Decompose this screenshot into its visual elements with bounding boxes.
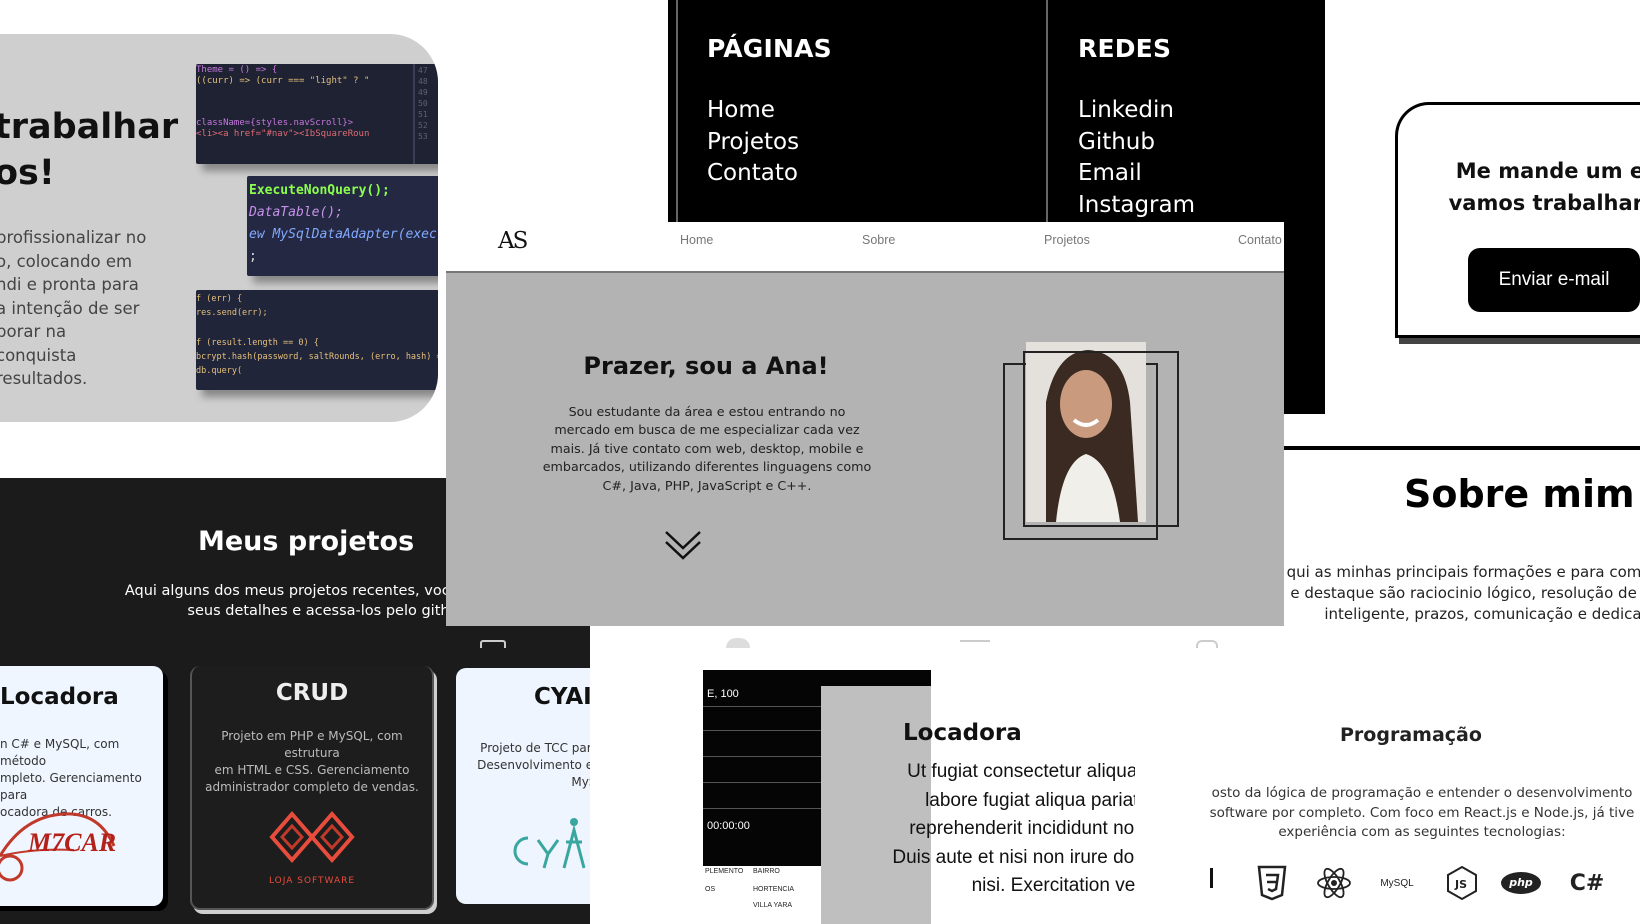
work-desc-line: resultados. bbox=[0, 369, 88, 388]
css3-icon bbox=[1252, 862, 1292, 904]
about-text: qui as minhas principais formações e par… bbox=[1283, 562, 1640, 625]
project-desc: Projeto em PHP e MySQL, com estrutura em… bbox=[205, 729, 419, 794]
work-desc-line: ndi e pronta para bbox=[0, 275, 139, 294]
code-line: f (result.length == 0) { bbox=[196, 338, 319, 348]
react-icon bbox=[1312, 862, 1356, 904]
footer-divider bbox=[676, 0, 678, 222]
work-desc-line: borar na conquista bbox=[0, 322, 77, 365]
work-desc-line: a intenção de ser bbox=[0, 298, 140, 318]
project-card-crud[interactable]: CRUD Projeto em PHP e MySQL, com estrutu… bbox=[190, 666, 434, 910]
footer-link-linkedin[interactable]: Linkedin bbox=[1078, 95, 1195, 127]
photo-frame-front bbox=[1023, 351, 1179, 527]
screen-value: 00:00:00 bbox=[707, 820, 750, 832]
social-list: Linkedin Github Email Instagram bbox=[1078, 95, 1195, 221]
screen-value: E, 100 bbox=[707, 688, 739, 700]
project-card-cyai[interactable]: CYAI Projeto de TCC para in Desenvolvime… bbox=[456, 668, 590, 904]
nodejs-icon: JS bbox=[1442, 862, 1482, 904]
laptop-icon bbox=[960, 640, 990, 646]
code-screenshot-theme: Theme = () => { ((curr) => (curr === "li… bbox=[196, 64, 438, 164]
locadora-table: PLEMENTO BAIRRO OS HORTENCIA VILLA YARA bbox=[703, 866, 821, 924]
code-line: res.send(err); bbox=[196, 308, 268, 318]
code-line: <li><a href="#nav"><IbSquareRoun bbox=[196, 129, 370, 139]
project-desc: Projeto de TCC para in Desenvolvimento e… bbox=[477, 741, 590, 789]
code-line: ; bbox=[249, 249, 257, 264]
work-title-line2: os! bbox=[0, 153, 55, 193]
svg-text:JS: JS bbox=[1454, 878, 1467, 891]
nav-link-projetos[interactable]: Projetos bbox=[1044, 233, 1090, 247]
footer-divider bbox=[1046, 0, 1048, 222]
nav-link-sobre[interactable]: Sobre bbox=[862, 233, 895, 247]
project-card-locadora[interactable]: Locadora n C# e MySQL, com método mpleto… bbox=[0, 666, 163, 906]
monitor-icon bbox=[480, 640, 506, 648]
about-title: Sobre mim bbox=[1404, 472, 1635, 516]
hero-panel: AS Home Sobre Projetos Contato Prazer, s… bbox=[446, 222, 1284, 626]
chevron-down-icon[interactable] bbox=[664, 528, 702, 562]
email-card: Me mande um ema vamos trabalhar jun Envi… bbox=[1395, 102, 1640, 338]
code-line: Theme = () => { bbox=[196, 65, 278, 75]
about-line: e destaque são raciocinio lógico, resolu… bbox=[1290, 584, 1640, 602]
user-icon bbox=[726, 638, 750, 648]
loja-software-logo-icon bbox=[269, 810, 355, 864]
cyai-logo-icon bbox=[513, 818, 586, 869]
work-title-line1: trabalhar bbox=[0, 107, 179, 147]
code-line: ew MySqlDataAdapter(exec bbox=[249, 227, 437, 242]
code-line: bcrypt.hash(password, saltRounds, (erro,… bbox=[196, 352, 438, 362]
email-card-line1: Me mande um ema bbox=[1455, 159, 1640, 183]
php-icon: php bbox=[1496, 862, 1546, 904]
code-line: ((curr) => (curr === "light" ? " bbox=[196, 76, 370, 86]
loja-software-logo-text: LOJA SOFTWARE bbox=[268, 876, 356, 886]
nav-link-home[interactable]: Home bbox=[680, 233, 713, 247]
code-line: className={styles.navScroll}> bbox=[196, 118, 354, 128]
send-email-button[interactable]: Enviar e-mail bbox=[1468, 248, 1640, 312]
code-line-numbers: 47 48 49 50 51 52 53 bbox=[418, 66, 428, 141]
footer-link-email[interactable]: Email bbox=[1078, 158, 1195, 190]
pages-heading: PÁGINAS bbox=[707, 34, 832, 63]
code-screenshot-csharp: ExecuteNonQuery(); DataTable(); ew MySql… bbox=[247, 176, 438, 276]
footer-link-projetos[interactable]: Projetos bbox=[707, 127, 799, 159]
code-line: f (err) { bbox=[196, 294, 243, 304]
email-card-text: Me mande um ema vamos trabalhar jun bbox=[1418, 155, 1640, 219]
html-icon-partial bbox=[1210, 868, 1213, 888]
footer-link-contato[interactable]: Contato bbox=[707, 158, 799, 190]
code-line: DataTable(); bbox=[249, 205, 343, 220]
about-line: qui as minhas principais formações e par… bbox=[1286, 563, 1640, 581]
project-title: CYAI bbox=[534, 684, 590, 710]
project-title: CRUD bbox=[275, 680, 349, 706]
hero-text: Sou estudante da área e estou entrando n… bbox=[542, 404, 872, 493]
code-line: db.query( bbox=[196, 366, 243, 376]
locadora-detail-title: Locadora bbox=[903, 720, 1022, 746]
footer-link-instagram[interactable]: Instagram bbox=[1078, 190, 1195, 222]
locadora-detail-text: Ut fugiat consectetur aliqua r labore fu… bbox=[892, 761, 1135, 896]
work-description: profissionalizar no o, colocando em ndi … bbox=[0, 226, 148, 391]
hero-navbar: AS Home Sobre Projetos Contato bbox=[446, 222, 1284, 273]
locadora-detail-panel: E, 100 00:00:00 PLEMENTO BAIRRO OS HORTE… bbox=[703, 670, 1135, 924]
as-logo[interactable]: AS bbox=[498, 228, 528, 254]
m7car-logo-text: M7CAR bbox=[28, 828, 117, 857]
programming-panel: Programação osto da lógica de programaçã… bbox=[1200, 670, 1640, 924]
programming-title: Programação bbox=[1340, 724, 1482, 746]
code-divider bbox=[413, 64, 415, 164]
project-title: Locadora bbox=[0, 684, 119, 710]
about-panel: Sobre mim qui as minhas principais forma… bbox=[1283, 446, 1640, 636]
mysql-icon: MySQL bbox=[1380, 877, 1414, 889]
nav-link-contato[interactable]: Contato bbox=[1238, 233, 1282, 247]
footer-link-home[interactable]: Home bbox=[707, 95, 799, 127]
work-panel: trabalhar os! profissionalizar no o, col… bbox=[0, 34, 438, 422]
code-screenshot-node: f (err) { res.send(err); f (result.lengt… bbox=[196, 290, 438, 390]
pages-list: Home Projetos Contato bbox=[707, 95, 799, 190]
footer-link-github[interactable]: Github bbox=[1078, 127, 1195, 159]
chip-icon bbox=[1196, 640, 1218, 648]
csharp-icon: C# bbox=[1569, 870, 1605, 896]
social-heading: REDES bbox=[1078, 34, 1172, 63]
programming-text: osto da lógica de programação e entender… bbox=[1209, 785, 1635, 840]
hero-title: Prazer, sou a Ana! bbox=[583, 352, 829, 380]
work-desc-line: profissionalizar no bbox=[0, 228, 147, 247]
code-line: ExecuteNonQuery(); bbox=[249, 183, 390, 198]
work-title: trabalhar os! bbox=[0, 104, 179, 196]
work-desc-line: o, colocando em bbox=[0, 251, 133, 271]
email-card-line2: vamos trabalhar jun bbox=[1448, 191, 1640, 215]
about-line: inteligente, prazos, comunicação e dedic… bbox=[1324, 605, 1640, 623]
